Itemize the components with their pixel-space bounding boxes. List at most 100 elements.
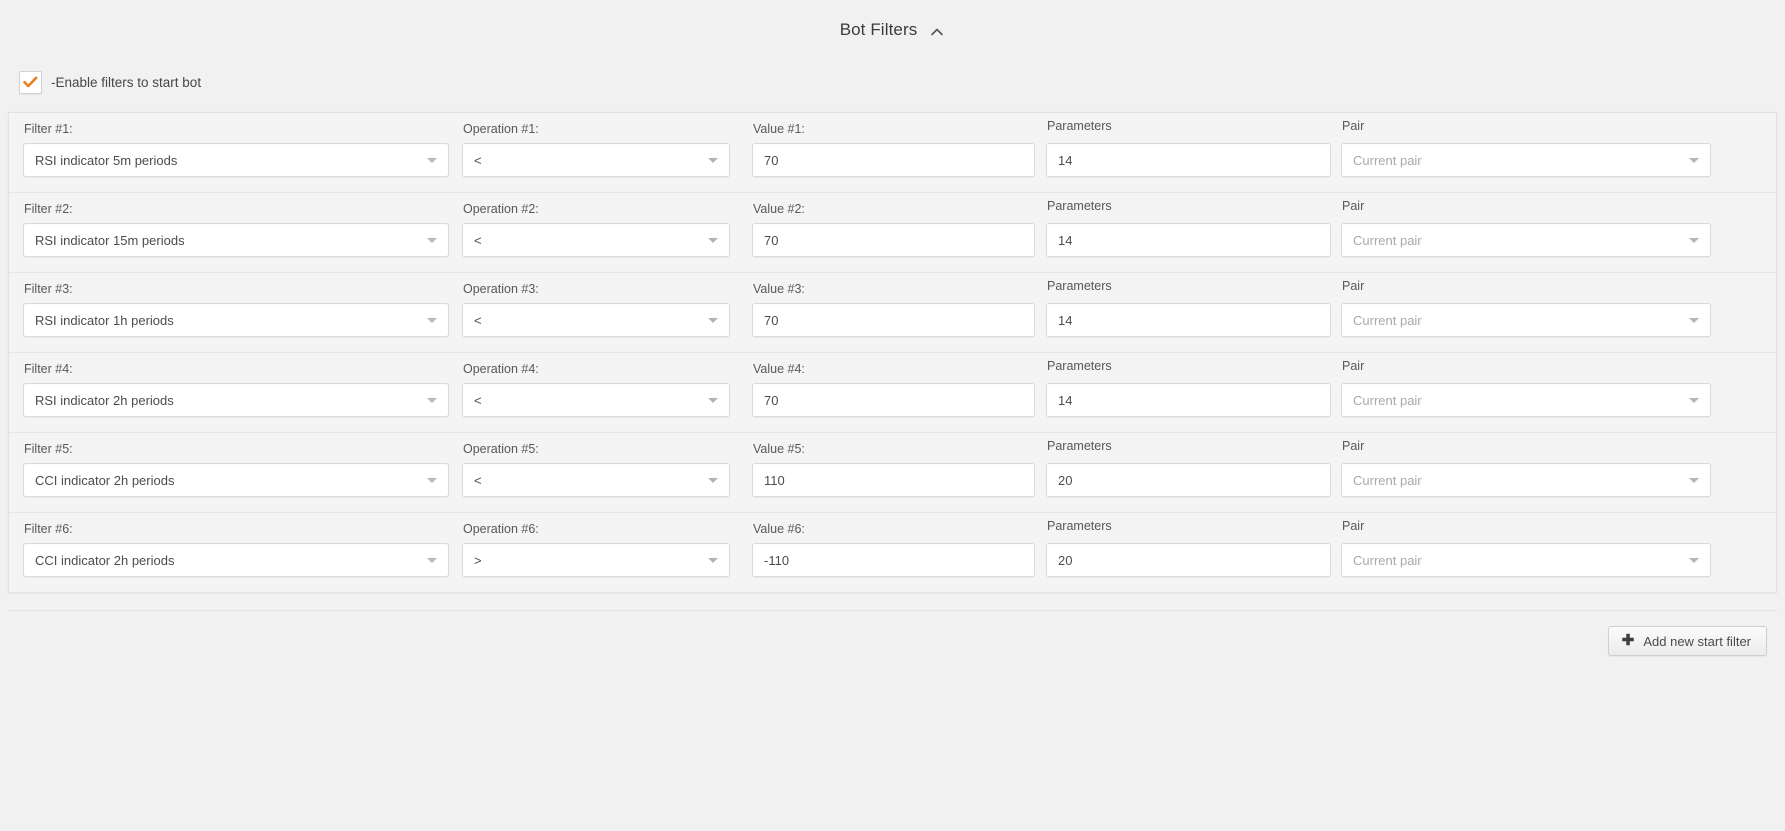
operation-label: Operation #5:	[463, 442, 539, 456]
parameters-input-value: 14	[1058, 152, 1073, 168]
filter-column: Filter #4: RSI indicator 2h periods	[23, 362, 449, 417]
value-input[interactable]: -110	[752, 543, 1035, 577]
parameters-input[interactable]: 14	[1046, 143, 1331, 177]
chevron-down-icon	[1689, 158, 1699, 163]
filter-select-value: RSI indicator 5m periods	[35, 152, 178, 168]
filter-label: Filter #3:	[24, 282, 73, 296]
operation-label: Operation #6:	[463, 522, 539, 536]
operation-column: Operation #6: >	[462, 522, 730, 577]
parameters-input-value: 14	[1058, 232, 1073, 248]
operation-select-value: >	[474, 552, 482, 568]
chevron-down-icon	[708, 238, 718, 243]
pair-select-value: Current pair	[1353, 152, 1422, 168]
parameters-label: Parameters	[1047, 199, 1112, 213]
chevron-down-icon	[708, 478, 718, 483]
parameters-input-value: 20	[1058, 552, 1073, 568]
pair-select[interactable]: Current pair	[1341, 143, 1711, 177]
chevron-down-icon	[1689, 318, 1699, 323]
value-input-value: 70	[764, 232, 779, 248]
operation-select[interactable]: <	[462, 463, 730, 497]
filter-select[interactable]: CCI indicator 2h periods	[23, 543, 449, 577]
chevron-down-icon	[708, 398, 718, 403]
plus-icon: ✚	[1621, 631, 1635, 649]
filter-label: Filter #1:	[24, 122, 73, 136]
parameters-column: Parameters 14	[1046, 279, 1331, 337]
parameters-column: Parameters 14	[1046, 359, 1331, 417]
filter-select[interactable]: RSI indicator 5m periods	[23, 143, 449, 177]
filter-column: Filter #5: CCI indicator 2h periods	[23, 442, 449, 497]
value-column: Value #4: 70	[752, 362, 1035, 417]
operation-select-value: <	[474, 392, 482, 408]
value-input[interactable]: 70	[752, 223, 1035, 257]
parameters-column: Parameters 20	[1046, 439, 1331, 497]
operation-select[interactable]: <	[462, 383, 730, 417]
filter-select[interactable]: RSI indicator 15m periods	[23, 223, 449, 257]
add-new-start-filter-label: Add new start filter	[1643, 633, 1751, 649]
filter-label: Filter #6:	[24, 522, 73, 536]
chevron-down-icon	[708, 558, 718, 563]
pair-select[interactable]: Current pair	[1341, 543, 1711, 577]
pair-select-value: Current pair	[1353, 312, 1422, 328]
pair-column: Pair Current pair	[1341, 519, 1711, 577]
pair-select-value: Current pair	[1353, 392, 1422, 408]
pair-select[interactable]: Current pair	[1341, 223, 1711, 257]
pair-label: Pair	[1342, 439, 1365, 453]
operation-select[interactable]: <	[462, 303, 730, 337]
operation-column: Operation #5: <	[462, 442, 730, 497]
value-label: Value #4:	[753, 362, 805, 376]
chevron-down-icon	[427, 318, 437, 323]
pair-label: Pair	[1342, 119, 1365, 133]
parameters-label: Parameters	[1047, 279, 1112, 293]
operation-label: Operation #3:	[463, 282, 539, 296]
value-label: Value #5:	[753, 442, 805, 456]
operation-column: Operation #3: <	[462, 282, 730, 337]
filter-row: Filter #2: RSI indicator 15m periods Ope…	[9, 193, 1776, 273]
value-input[interactable]: 70	[752, 383, 1035, 417]
filter-select[interactable]: RSI indicator 1h periods	[23, 303, 449, 337]
filter-column: Filter #6: CCI indicator 2h periods	[23, 522, 449, 577]
operation-select-value: <	[474, 472, 482, 488]
pair-column: Pair Current pair	[1341, 119, 1711, 177]
value-input[interactable]: 70	[752, 143, 1035, 177]
value-label: Value #3:	[753, 282, 805, 296]
filter-label: Filter #5:	[24, 442, 73, 456]
pair-select[interactable]: Current pair	[1341, 303, 1711, 337]
pair-label: Pair	[1342, 199, 1365, 213]
parameters-input[interactable]: 14	[1046, 303, 1331, 337]
filter-select[interactable]: RSI indicator 2h periods	[23, 383, 449, 417]
parameters-label: Parameters	[1047, 519, 1112, 533]
add-new-start-filter-button[interactable]: ✚ Add new start filter	[1607, 626, 1767, 656]
parameters-input[interactable]: 14	[1046, 223, 1331, 257]
panel-header-toggle[interactable]: Bot Filters	[840, 20, 946, 40]
parameters-input-value: 14	[1058, 312, 1073, 328]
operation-select[interactable]: <	[462, 143, 730, 177]
value-input[interactable]: 70	[752, 303, 1035, 337]
pair-column: Pair Current pair	[1341, 359, 1711, 417]
operation-label: Operation #4:	[463, 362, 539, 376]
operation-column: Operation #1: <	[462, 122, 730, 177]
chevron-down-icon	[708, 318, 718, 323]
operation-select-value: <	[474, 232, 482, 248]
enable-filters-checkbox[interactable]	[19, 70, 42, 94]
filters-panel: Filter #1: RSI indicator 5m periods Oper…	[8, 112, 1777, 593]
filter-row: Filter #4: RSI indicator 2h periods Oper…	[9, 353, 1776, 433]
operation-label: Operation #2:	[463, 202, 539, 216]
parameters-input[interactable]: 20	[1046, 543, 1331, 577]
filter-row: Filter #1: RSI indicator 5m periods Oper…	[9, 113, 1776, 193]
parameters-label: Parameters	[1047, 119, 1112, 133]
pair-select[interactable]: Current pair	[1341, 463, 1711, 497]
filter-row: Filter #3: RSI indicator 1h periods Oper…	[9, 273, 1776, 353]
pair-label: Pair	[1342, 519, 1365, 533]
parameters-input[interactable]: 14	[1046, 383, 1331, 417]
pair-select[interactable]: Current pair	[1341, 383, 1711, 417]
filter-select-value: RSI indicator 1h periods	[35, 312, 174, 328]
filter-row: Filter #5: CCI indicator 2h periods Oper…	[9, 433, 1776, 513]
filter-select[interactable]: CCI indicator 2h periods	[23, 463, 449, 497]
parameters-input[interactable]: 20	[1046, 463, 1331, 497]
operation-select[interactable]: <	[462, 223, 730, 257]
filter-select-value: CCI indicator 2h periods	[35, 472, 175, 488]
chevron-up-icon[interactable]	[929, 24, 945, 40]
panel-header: Bot Filters	[0, 0, 1785, 60]
operation-select[interactable]: >	[462, 543, 730, 577]
value-input[interactable]: 110	[752, 463, 1035, 497]
